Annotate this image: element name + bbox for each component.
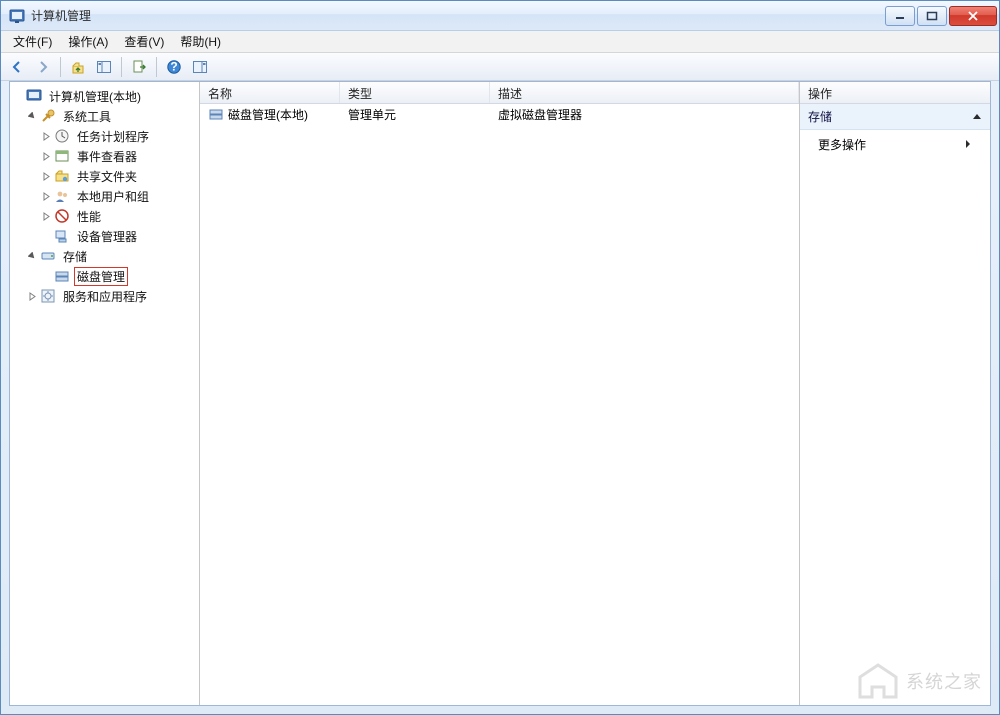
collapse-icon[interactable]	[26, 110, 38, 122]
tools-icon	[40, 108, 56, 124]
actions-section-label: 存储	[808, 108, 832, 125]
disk-management-icon	[208, 106, 224, 122]
tree-label: 系统工具	[60, 107, 114, 126]
collapse-icon[interactable]	[26, 250, 38, 262]
toolbar: ?	[1, 53, 999, 81]
expand-icon[interactable]	[40, 130, 52, 142]
close-button[interactable]	[949, 6, 997, 26]
menu-view[interactable]: 查看(V)	[116, 31, 172, 52]
expand-icon[interactable]	[40, 210, 52, 222]
tree-label: 存储	[60, 247, 90, 266]
actions-section-storage[interactable]: 存储	[800, 104, 990, 130]
titlebar: 计算机管理	[1, 1, 999, 31]
tree-node-task-scheduler[interactable]: 任务计划程序	[12, 126, 197, 146]
tree-node-services-apps[interactable]: 服务和应用程序	[12, 286, 197, 306]
show-hide-tree-button[interactable]	[92, 55, 116, 79]
users-icon	[54, 188, 70, 204]
toolbar-separator	[121, 57, 122, 77]
list-body: 磁盘管理(本地) 管理单元 虚拟磁盘管理器	[200, 104, 799, 705]
show-hide-action-pane-button[interactable]	[188, 55, 212, 79]
menubar: 文件(F) 操作(A) 查看(V) 帮助(H)	[1, 31, 999, 53]
cell-name: 磁盘管理(本地)	[228, 106, 308, 123]
window-title: 计算机管理	[31, 7, 883, 24]
column-header-desc[interactable]: 描述	[490, 82, 799, 103]
forward-button[interactable]	[31, 55, 55, 79]
actions-more-label: 更多操作	[818, 136, 866, 153]
services-icon	[40, 288, 56, 304]
disk-management-icon	[54, 268, 70, 284]
window-controls	[883, 6, 997, 26]
event-viewer-icon	[54, 148, 70, 164]
expand-icon[interactable]	[40, 150, 52, 162]
window-frame: 计算机管理 文件(F) 操作(A) 查看(V) 帮助(H)	[0, 0, 1000, 715]
tree-node-event-viewer[interactable]: 事件查看器	[12, 146, 197, 166]
column-header-type[interactable]: 类型	[340, 82, 490, 103]
tree-node-storage[interactable]: 存储	[12, 246, 197, 266]
shared-folder-icon	[54, 168, 70, 184]
actions-panel: 操作 存储 更多操作	[800, 82, 990, 705]
tree-label: 事件查看器	[74, 147, 140, 166]
navigation-tree[interactable]: 计算机管理(本地) 系统工具	[12, 86, 197, 306]
expand-icon[interactable]	[40, 190, 52, 202]
actions-more-link[interactable]: 更多操作	[800, 130, 990, 159]
app-icon	[9, 8, 25, 24]
menu-file[interactable]: 文件(F)	[5, 31, 60, 52]
tree-node-shared-folders[interactable]: 共享文件夹	[12, 166, 197, 186]
tree-node-performance[interactable]: 性能	[12, 206, 197, 226]
actions-body: 存储 更多操作	[800, 104, 990, 705]
expand-icon[interactable]	[26, 290, 38, 302]
tree-node-device-manager[interactable]: 设备管理器	[12, 226, 197, 246]
tree-label: 服务和应用程序	[60, 287, 150, 306]
toolbar-separator	[60, 57, 61, 77]
up-button[interactable]	[66, 55, 90, 79]
toolbar-separator	[156, 57, 157, 77]
back-button[interactable]	[5, 55, 29, 79]
tree-node-local-users-groups[interactable]: 本地用户和组	[12, 186, 197, 206]
list-item[interactable]: 磁盘管理(本地) 管理单元 虚拟磁盘管理器	[200, 104, 799, 124]
tree-node-disk-management[interactable]: 磁盘管理	[12, 266, 197, 286]
collapse-triangle-icon	[972, 112, 982, 122]
tree-node-root[interactable]: 计算机管理(本地)	[12, 86, 197, 106]
tree-node-system-tools[interactable]: 系统工具	[12, 106, 197, 126]
tree-label: 共享文件夹	[74, 167, 140, 186]
expand-icon[interactable]	[40, 170, 52, 182]
tree-label: 任务计划程序	[74, 127, 152, 146]
tree-panel: 计算机管理(本地) 系统工具	[10, 82, 200, 705]
computer-management-icon	[26, 88, 42, 104]
storage-icon	[40, 248, 56, 264]
tree-label: 性能	[74, 207, 104, 226]
cell-type: 管理单元	[348, 106, 396, 123]
tree-label: 设备管理器	[74, 227, 140, 246]
list-header: 名称 类型 描述	[200, 82, 799, 104]
menu-action[interactable]: 操作(A)	[60, 31, 116, 52]
cell-desc: 虚拟磁盘管理器	[498, 106, 582, 123]
actions-header: 操作	[800, 82, 990, 104]
export-list-button[interactable]	[127, 55, 151, 79]
client-area: 计算机管理(本地) 系统工具	[9, 81, 991, 706]
chevron-right-icon	[964, 138, 972, 152]
list-panel: 名称 类型 描述 磁盘管理(本地) 管理单元 虚拟磁盘管理器	[200, 82, 800, 705]
tree-label: 本地用户和组	[74, 187, 152, 206]
menu-help[interactable]: 帮助(H)	[172, 31, 229, 52]
maximize-button[interactable]	[917, 6, 947, 26]
performance-icon	[54, 208, 70, 224]
tree-label: 计算机管理(本地)	[46, 87, 144, 106]
minimize-button[interactable]	[885, 6, 915, 26]
help-button[interactable]: ?	[162, 55, 186, 79]
clock-icon	[54, 128, 70, 144]
column-header-name[interactable]: 名称	[200, 82, 340, 103]
device-manager-icon	[54, 228, 70, 244]
tree-label: 磁盘管理	[74, 267, 128, 286]
svg-text:?: ?	[170, 59, 177, 73]
